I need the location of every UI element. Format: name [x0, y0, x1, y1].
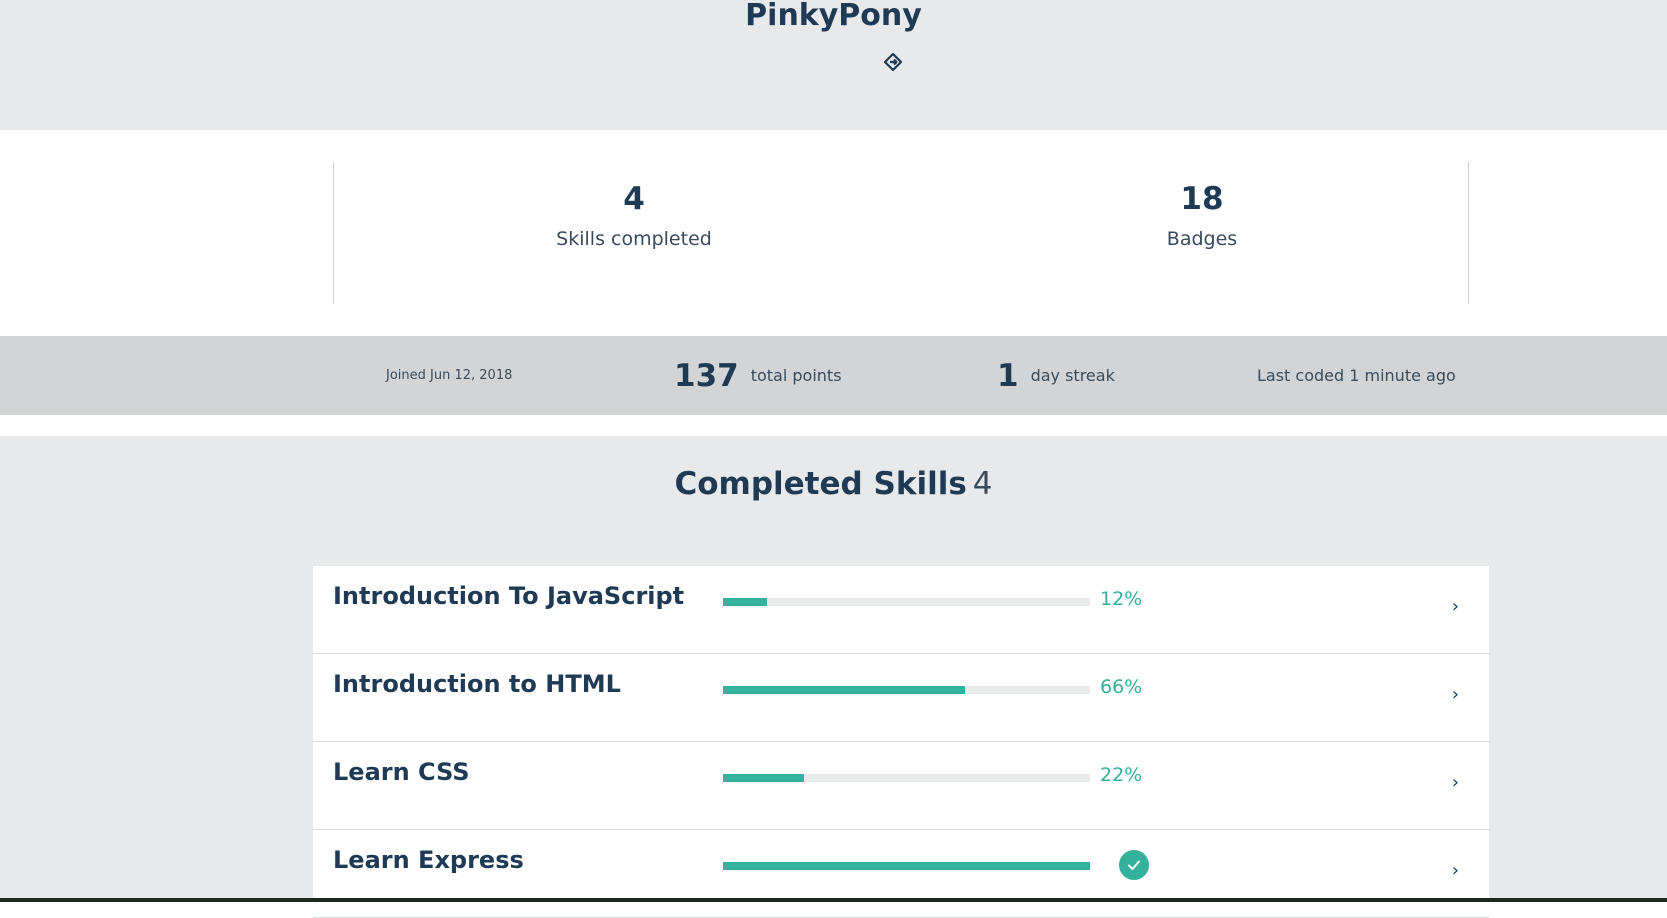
skill-row-intro-html[interactable]: Introduction to HTML 66% ›	[313, 654, 1489, 742]
streak-label: day streak	[1030, 366, 1115, 385]
skills-completed-label: Skills completed	[556, 228, 712, 250]
chevron-right-icon[interactable]: ›	[1452, 596, 1459, 617]
day-streak: 1 day streak	[997, 336, 1115, 415]
completed-skills-heading: Completed Skills 4	[0, 466, 1667, 502]
skill-row-learn-css[interactable]: Learn CSS 22% ›	[313, 742, 1489, 830]
points-label: total points	[750, 366, 842, 385]
streak-value: 1	[997, 357, 1019, 394]
completed-skills-section: Completed Skills 4 Introduction To JavaSc…	[0, 436, 1667, 918]
progress-bar	[723, 598, 1090, 606]
badges-stat[interactable]: 18 Badges	[952, 162, 1452, 250]
completed-skills-count: 4	[972, 466, 993, 502]
progress-fill	[723, 686, 966, 694]
skill-list: Introduction To JavaScript 12% › Introdu…	[313, 566, 1489, 918]
chevron-right-icon[interactable]: ›	[1452, 860, 1459, 881]
skill-name: Introduction to HTML	[333, 670, 621, 698]
progress-percent: 12%	[1100, 588, 1143, 610]
progress-bar	[723, 862, 1090, 870]
last-coded: Last coded 1 minute ago	[1257, 366, 1456, 385]
skills-completed-stat: 4 Skills completed	[384, 162, 884, 250]
completed-skills-title: Completed Skills	[674, 466, 967, 502]
stats-panel: 4 Skills completed 18 Badges	[0, 130, 1667, 336]
skill-row-learn-express[interactable]: Learn Express ›	[313, 830, 1489, 918]
total-points: 137 total points	[674, 336, 842, 415]
progress-percent: 22%	[1100, 764, 1143, 786]
skill-name: Learn CSS	[333, 758, 470, 786]
skill-name: Learn Express	[333, 846, 524, 874]
badges-count: 18	[1180, 181, 1224, 217]
skill-name: Introduction To JavaScript	[333, 582, 685, 610]
badges-label: Badges	[1166, 228, 1238, 250]
window-bottom-edge	[0, 898, 1667, 902]
skill-row-intro-javascript[interactable]: Introduction To JavaScript 12% ›	[313, 566, 1489, 654]
progress-bar	[723, 686, 1090, 694]
stats-frame: 4 Skills completed 18 Badges	[333, 162, 1469, 304]
check-icon	[1119, 850, 1149, 880]
progress-fill	[723, 774, 804, 782]
progress-percent: 66%	[1100, 676, 1143, 698]
username: PinkyPony	[745, 0, 922, 33]
points-value: 137	[674, 357, 739, 394]
chevron-right-icon[interactable]: ›	[1452, 772, 1459, 793]
progress-bar	[723, 774, 1090, 782]
profile-header: PinkyPony	[0, 0, 1667, 130]
chevron-right-icon[interactable]: ›	[1452, 684, 1459, 705]
joined-date: Joined Jun 12, 2018	[386, 368, 513, 383]
progress-fill	[723, 598, 768, 606]
link-icon[interactable]	[881, 50, 905, 74]
progress-fill	[723, 862, 1090, 870]
summary-bar: Joined Jun 12, 2018 137 total points 1 d…	[0, 336, 1667, 415]
skills-completed-count: 4	[623, 181, 645, 217]
